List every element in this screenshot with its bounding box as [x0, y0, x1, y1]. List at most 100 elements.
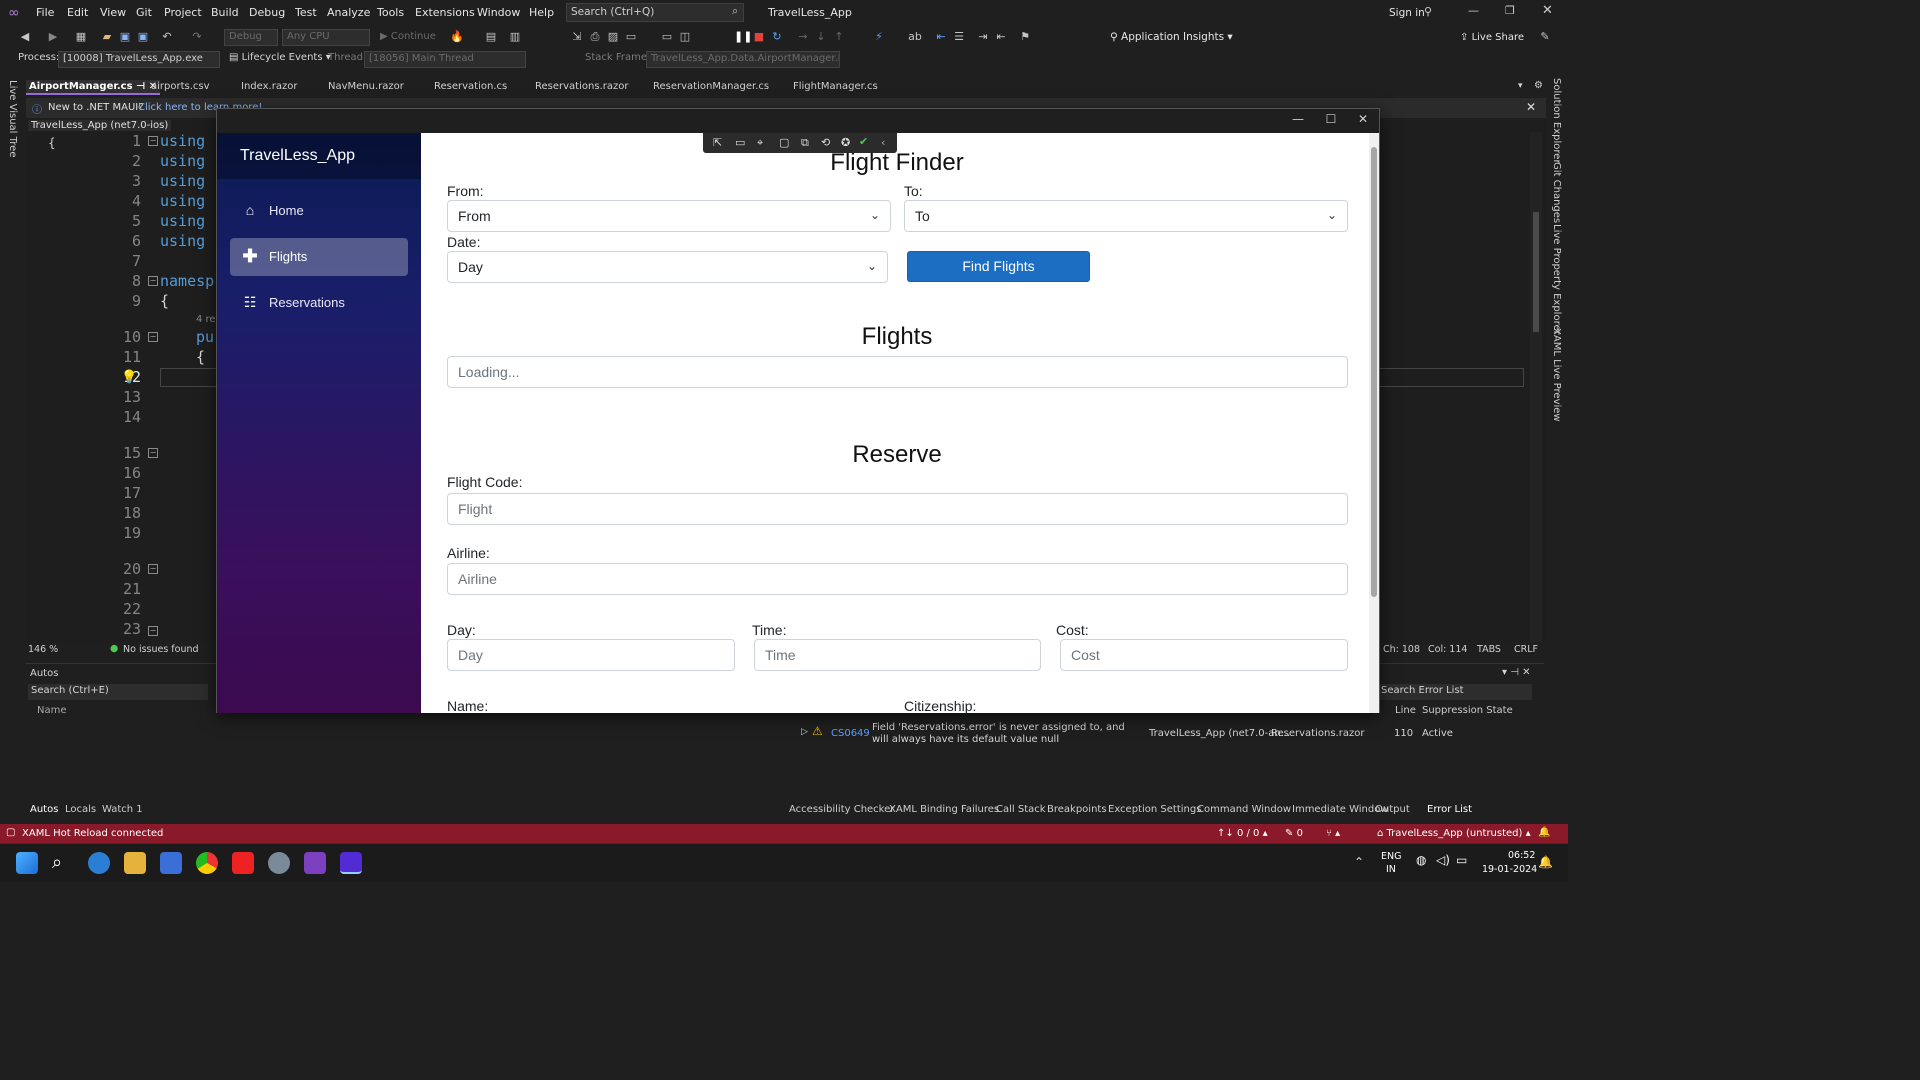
menu-project[interactable]: Project: [164, 6, 202, 19]
continue-button[interactable]: ▶ Continue: [380, 31, 436, 42]
minimize-icon[interactable]: —: [1468, 4, 1479, 17]
menu-edit[interactable]: Edit: [67, 6, 88, 19]
pane-options-icon[interactable]: ▾ ⊣ ✕: [1502, 667, 1530, 678]
dotnet-app-icon[interactable]: [340, 852, 362, 874]
page-scroll-thumb[interactable]: [1371, 147, 1377, 597]
undo-icon[interactable]: ↶: [160, 30, 174, 44]
menu-view[interactable]: View: [100, 6, 126, 19]
start-icon[interactable]: [16, 852, 38, 874]
tab-output[interactable]: Output: [1375, 804, 1410, 815]
volume-icon[interactable]: ◁): [1436, 853, 1450, 867]
menu-build[interactable]: Build: [211, 6, 239, 19]
bookmark-icon[interactable]: ⚑: [1018, 30, 1032, 44]
fold-toggle[interactable]: −: [148, 564, 158, 574]
nav-home[interactable]: ⌂ Home: [230, 192, 408, 230]
flights-list[interactable]: Loading...: [447, 356, 1348, 388]
tab-navmenu-razor[interactable]: NavMenu.razor: [325, 80, 407, 93]
select-element-icon[interactable]: ⇱: [713, 136, 722, 149]
chrome-icon[interactable]: [196, 852, 218, 874]
widgets-icon[interactable]: [88, 852, 110, 874]
platform-select[interactable]: Any CPU: [282, 29, 370, 46]
format-icon[interactable]: ☰: [952, 30, 966, 44]
fold-toggle[interactable]: −: [148, 448, 158, 458]
from-select[interactable]: From ⌄: [447, 200, 891, 232]
open-folder-icon[interactable]: ▰: [100, 30, 114, 44]
line-ending[interactable]: CRLF: [1514, 644, 1538, 655]
tab-flightmanager[interactable]: FlightManager.cs: [790, 80, 881, 93]
cost-input[interactable]: Cost: [1060, 639, 1348, 671]
app-brand[interactable]: TravelLess_App: [240, 147, 355, 165]
search-input[interactable]: Search (Ctrl+Q) ⌕: [566, 3, 744, 22]
save-all-icon[interactable]: ▣: [136, 30, 150, 44]
live-property-explorer-tab[interactable]: Live Property Explorer: [1551, 224, 1562, 335]
track-focus-icon[interactable]: ⌖: [757, 136, 763, 150]
menu-test[interactable]: Test: [295, 6, 317, 19]
fold-toggle[interactable]: −: [148, 136, 158, 146]
zoom-level[interactable]: 146 %: [28, 644, 58, 655]
stop-icon[interactable]: ■: [752, 30, 766, 44]
binding-icon[interactable]: ⧉: [801, 136, 809, 150]
menu-file[interactable]: File: [36, 6, 54, 19]
error-code[interactable]: CS0649: [831, 728, 870, 739]
close-icon[interactable]: ✕: [1542, 3, 1553, 18]
tab-reservationmanager[interactable]: ReservationManager.cs: [650, 80, 772, 93]
image-icon[interactable]: ▨: [606, 30, 620, 44]
new-project-icon[interactable]: ▦: [74, 30, 88, 44]
display-adorners-icon[interactable]: ▭: [735, 136, 745, 149]
outdent-icon[interactable]: ⇤: [994, 30, 1008, 44]
xaml-live-preview-tab[interactable]: XAML Live Preview: [1551, 328, 1562, 422]
settings-icon[interactable]: ⚙: [1534, 80, 1543, 91]
layout-icon[interactable]: ▥: [508, 30, 522, 44]
clock-date[interactable]: 19-01-2024: [1482, 864, 1537, 875]
split-icon[interactable]: ◫: [678, 30, 692, 44]
nav-reservations[interactable]: ☷ Reservations: [230, 284, 408, 322]
camera-icon[interactable]: ⎙: [588, 30, 602, 44]
tab-autos[interactable]: Autos: [30, 804, 58, 815]
input-language[interactable]: ENG: [1381, 851, 1401, 862]
fold-toggle[interactable]: −: [148, 626, 158, 636]
solution-explorer-tab[interactable]: Solution Explorer: [1551, 78, 1562, 164]
step-over-icon[interactable]: →: [796, 30, 810, 44]
time-input[interactable]: Time: [754, 639, 1041, 671]
fold-toggle[interactable]: −: [148, 276, 158, 286]
to-select[interactable]: To ⌄: [904, 200, 1348, 232]
hot-reload-icon[interactable]: 🔥: [450, 30, 464, 44]
page-scrollbar[interactable]: [1369, 133, 1379, 713]
editor-scrollbar[interactable]: [1530, 132, 1542, 642]
error-row[interactable]: ▷ ⚠ CS0649 Field 'Reservations.error' is…: [784, 720, 1544, 750]
layout-adorners-icon[interactable]: ▢: [779, 136, 789, 149]
back-icon[interactable]: ◀: [18, 30, 32, 44]
menu-extensions[interactable]: Extensions: [415, 6, 475, 19]
file-explorer-icon[interactable]: [124, 852, 146, 874]
col-line[interactable]: Line: [1395, 705, 1416, 716]
tab-index-razor[interactable]: Index.razor: [238, 80, 300, 93]
step-icon[interactable]: ⇲: [570, 30, 584, 44]
col-suppression[interactable]: Suppression State: [1422, 705, 1513, 716]
feedback-icon[interactable]: ✎: [1538, 30, 1552, 44]
restore-icon[interactable]: ❐: [1505, 4, 1515, 17]
live-share-button[interactable]: ⇪ Live Share: [1460, 32, 1524, 43]
fold-toggle[interactable]: −: [148, 332, 158, 342]
tab-reservation-cs[interactable]: Reservation.cs: [431, 80, 510, 93]
airline-input[interactable]: Airline: [447, 563, 1348, 595]
live-visual-tree-tab[interactable]: Live Visual Tree: [7, 80, 18, 157]
store-icon[interactable]: [160, 852, 182, 874]
step-into-icon[interactable]: ↓: [814, 30, 828, 44]
menu-analyze[interactable]: Analyze: [327, 6, 370, 19]
project-context[interactable]: TravelLess_App (net7.0-ios): [28, 120, 172, 131]
error-search-input[interactable]: Search Error List: [1378, 684, 1532, 700]
tab-reservations-razor[interactable]: Reservations.razor: [532, 80, 631, 93]
browser-icon[interactable]: ▤: [484, 30, 498, 44]
autos-col-name[interactable]: Name: [37, 705, 67, 716]
forward-icon[interactable]: ▶: [46, 30, 60, 44]
menu-git[interactable]: Git: [136, 6, 152, 19]
pause-icon[interactable]: ❚❚: [734, 30, 752, 44]
status-ok-icon[interactable]: ✔: [859, 135, 868, 148]
codelens[interactable]: 4 re: [196, 314, 216, 325]
spell-icon[interactable]: ab: [908, 30, 922, 44]
settings-app-icon[interactable]: [268, 852, 290, 874]
app-maximize-icon[interactable]: ☐: [1321, 112, 1341, 126]
lightbulb-icon[interactable]: 💡: [121, 370, 137, 385]
diagnostics-icon[interactable]: ⚡: [872, 30, 886, 44]
menu-window[interactable]: Window: [477, 6, 520, 19]
